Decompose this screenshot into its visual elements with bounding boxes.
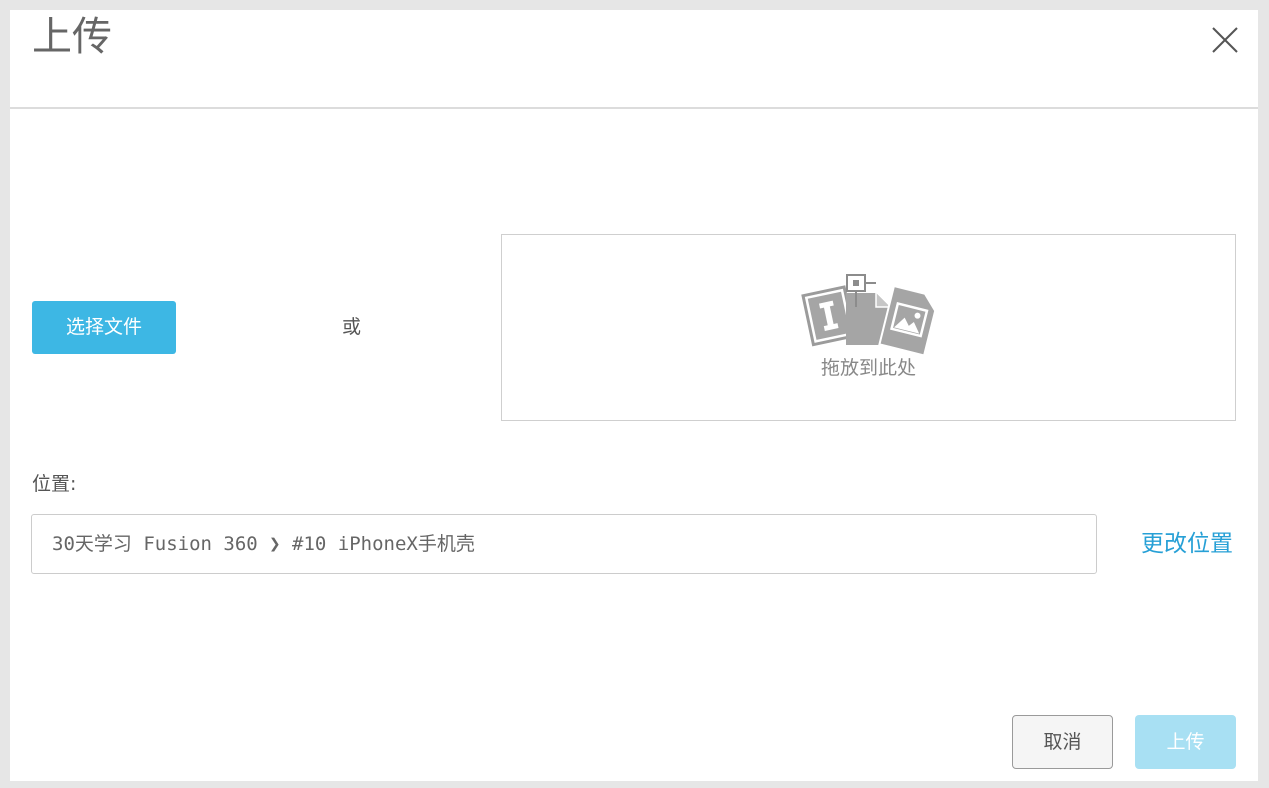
upload-dialog: 上传 选择文件 或 拖放到此处 位置: 30天学习 Fusion 360 ❯ #… (10, 10, 1258, 781)
location-label: 位置: (32, 473, 77, 495)
change-location-link[interactable]: 更改位置 (1141, 529, 1233, 559)
or-label: 或 (342, 316, 362, 338)
location-path: 30天学习 Fusion 360 ❯ #10 iPhoneX手机壳 (52, 533, 475, 555)
location-field: 30天学习 Fusion 360 ❯ #10 iPhoneX手机壳 (31, 514, 1097, 574)
close-icon (1212, 27, 1238, 53)
dialog-title: 上传 (32, 14, 112, 60)
drop-zone[interactable]: 拖放到此处 (501, 234, 1236, 421)
drop-hint-text: 拖放到此处 (820, 357, 916, 379)
drag-drop-files-icon (801, 274, 937, 355)
choose-file-button[interactable]: 选择文件 (32, 301, 176, 354)
close-button[interactable] (1209, 24, 1241, 56)
upload-button[interactable]: 上传 (1135, 715, 1236, 769)
cancel-button[interactable]: 取消 (1012, 715, 1113, 769)
dialog-header: 上传 (10, 10, 1258, 109)
